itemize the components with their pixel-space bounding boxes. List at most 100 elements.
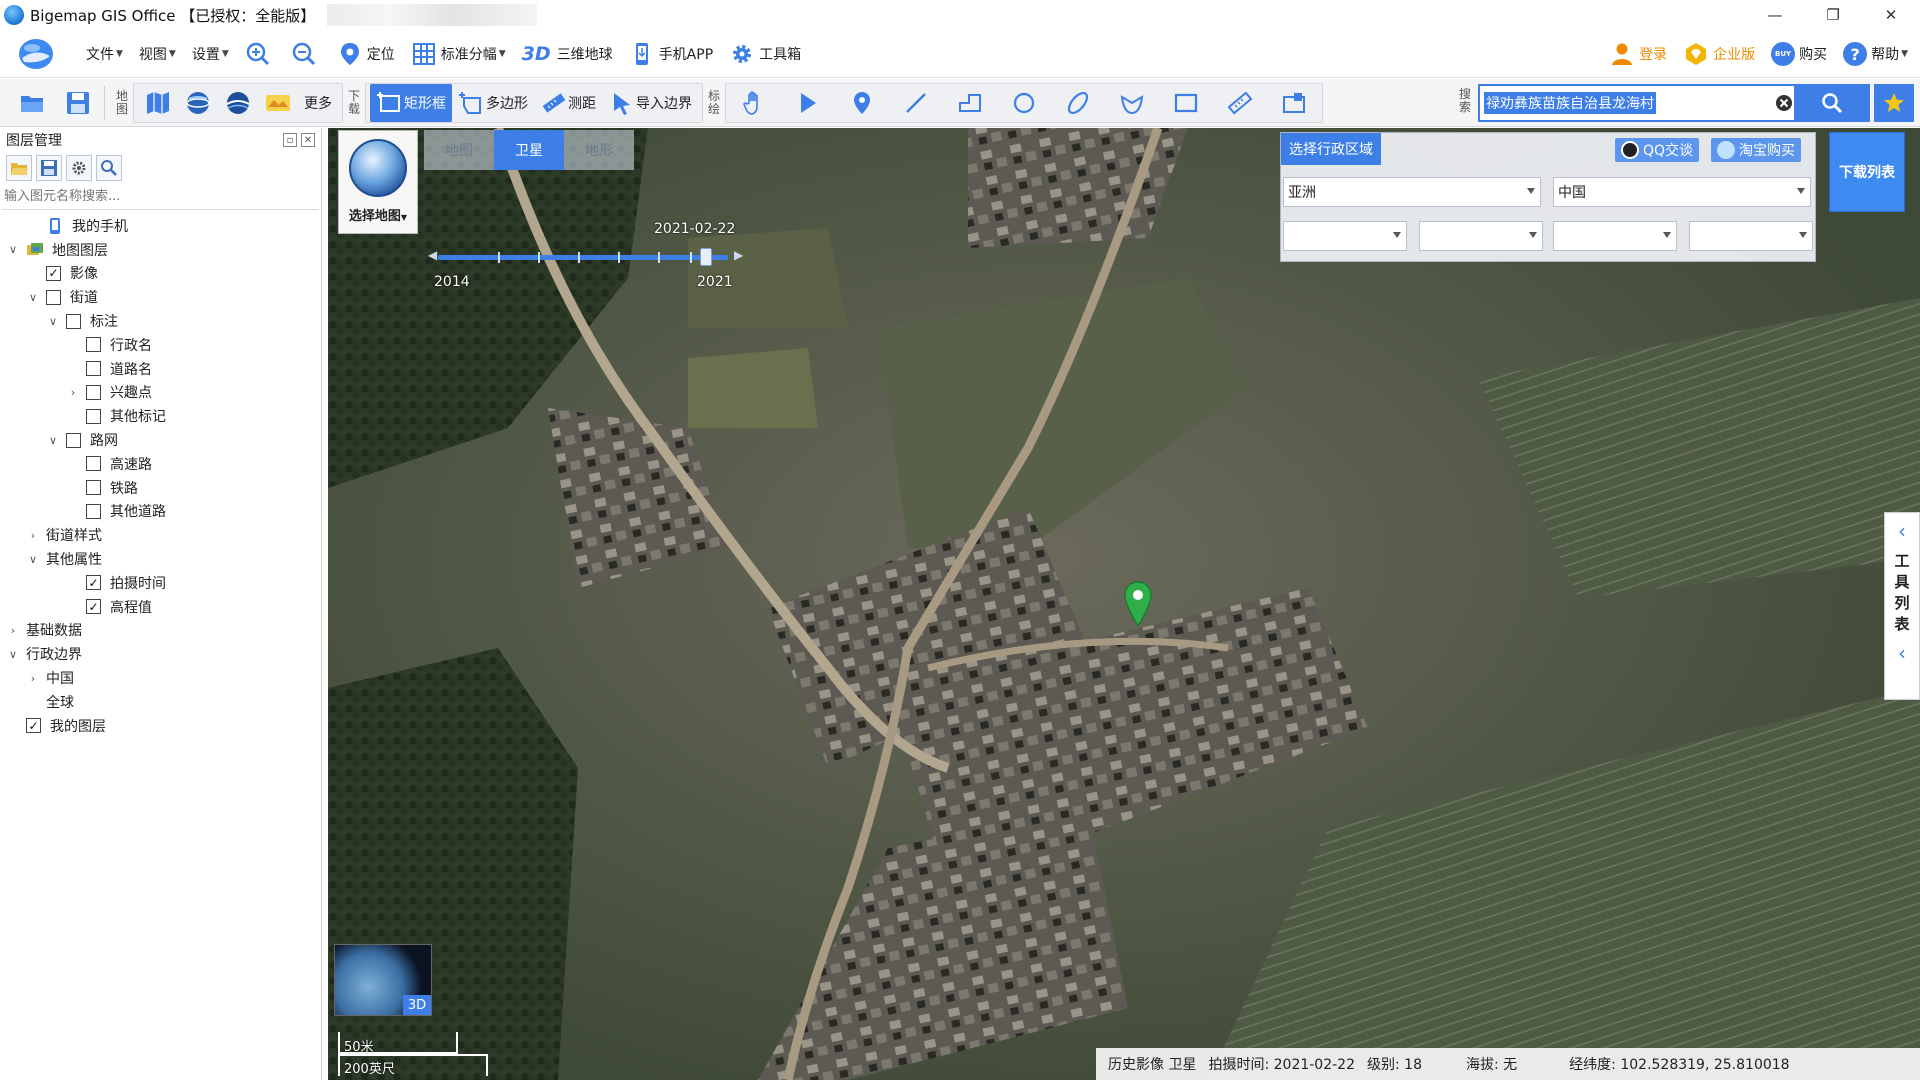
tree-item[interactable]: › 基础数据 bbox=[0, 619, 321, 643]
layer-checkbox[interactable] bbox=[66, 313, 81, 329]
tab-satellite[interactable]: 卫星 bbox=[494, 130, 564, 170]
layer-checkbox[interactable]: ✓ bbox=[86, 599, 101, 615]
tree-item[interactable]: 我的手机 bbox=[0, 214, 321, 238]
tab-map[interactable]: 地图 bbox=[424, 130, 494, 170]
layer-checkbox[interactable] bbox=[86, 503, 101, 519]
layer-checkbox[interactable]: ✓ bbox=[26, 718, 41, 734]
polygon-button[interactable]: 多边形 bbox=[452, 84, 534, 122]
open-button[interactable] bbox=[12, 84, 52, 122]
menu-settings[interactable]: 设置 ▼ bbox=[184, 36, 237, 72]
country-select[interactable]: 中国 bbox=[1553, 177, 1811, 207]
tab-terrain[interactable]: 地形 bbox=[564, 130, 634, 170]
download-list-button[interactable]: 下载列表 bbox=[1829, 132, 1905, 212]
location-marker-icon[interactable] bbox=[1122, 580, 1154, 628]
chevron-down-icon[interactable]: ∨ bbox=[46, 314, 60, 328]
timeline-track[interactable] bbox=[438, 255, 728, 260]
draw-polyline-button[interactable] bbox=[950, 84, 990, 122]
map-view[interactable]: 选择地图▼ 地图 卫星 地形 2021-02-22 ◀ ▶ 2014 2021 … bbox=[328, 128, 1920, 1080]
menu-locate[interactable]: 定位 bbox=[329, 36, 403, 72]
tree-item[interactable]: 铁路 bbox=[0, 476, 321, 500]
layer-checkbox[interactable] bbox=[86, 408, 101, 424]
save-layer-button[interactable] bbox=[36, 155, 62, 181]
draw-area-button[interactable] bbox=[1274, 84, 1314, 122]
tree-item[interactable]: 高速路 bbox=[0, 452, 321, 476]
layer-checkbox[interactable]: ✓ bbox=[46, 265, 61, 281]
layer-checkbox[interactable]: ✓ bbox=[86, 575, 101, 591]
tool-list-tab[interactable]: ‹ 工具列表 ‹ bbox=[1884, 512, 1920, 700]
select-button[interactable] bbox=[788, 84, 828, 122]
chevron-down-icon[interactable]: ∨ bbox=[26, 552, 40, 566]
measure-button[interactable]: 测距 bbox=[534, 84, 602, 122]
draw-sector-button[interactable] bbox=[1112, 84, 1152, 122]
menu-view[interactable]: 视图 ▼ bbox=[131, 36, 184, 72]
map-source-1-button[interactable] bbox=[138, 84, 178, 122]
menu-standard-sheets[interactable]: 标准分幅 ▼ bbox=[403, 36, 514, 72]
enterprise-button[interactable]: 企业版 bbox=[1675, 36, 1763, 72]
chevron-left-icon[interactable]: ‹ bbox=[1898, 519, 1906, 543]
chevron-right-icon[interactable]: › bbox=[66, 385, 80, 399]
float-panel-button[interactable]: ▫ bbox=[283, 133, 297, 147]
timeline-prev-icon[interactable]: ◀ bbox=[428, 248, 437, 262]
buy-button[interactable]: BUY 购买 bbox=[1763, 36, 1835, 72]
minimize-button[interactable]: — bbox=[1746, 0, 1804, 30]
draw-line-button[interactable] bbox=[896, 84, 936, 122]
save-button[interactable] bbox=[58, 84, 98, 122]
timeline-handle[interactable] bbox=[700, 248, 712, 266]
menu-mobile-app[interactable]: 手机APP bbox=[621, 36, 721, 72]
layer-checkbox[interactable] bbox=[86, 456, 101, 472]
tree-item[interactable]: ✓ 我的图层 bbox=[0, 714, 321, 738]
3d-globe-minimap[interactable]: 3D bbox=[334, 944, 432, 1016]
chevron-down-icon[interactable]: ∨ bbox=[6, 647, 20, 661]
chevron-left-icon[interactable]: ‹ bbox=[1898, 641, 1906, 665]
help-button[interactable]: ? 帮助 ▼ bbox=[1835, 36, 1916, 72]
tree-item[interactable]: 全球 bbox=[0, 690, 321, 714]
layer-checkbox[interactable] bbox=[86, 361, 101, 377]
draw-circle-button[interactable] bbox=[1004, 84, 1044, 122]
search-button[interactable] bbox=[1794, 84, 1870, 122]
province-select[interactable] bbox=[1283, 221, 1407, 251]
chevron-down-icon[interactable]: ∨ bbox=[26, 290, 40, 304]
tree-item[interactable]: › 街道样式 bbox=[0, 523, 321, 547]
tree-item[interactable]: ∨ 街道 bbox=[0, 285, 321, 309]
chevron-right-icon[interactable]: › bbox=[26, 671, 40, 685]
history-timeline[interactable]: ◀ ▶ bbox=[428, 246, 748, 266]
draw-rectangle-button[interactable] bbox=[1166, 84, 1206, 122]
tree-item[interactable]: 其他标记 bbox=[0, 404, 321, 428]
tree-item[interactable]: ✓ 拍摄时间 bbox=[0, 571, 321, 595]
layer-search-button[interactable] bbox=[96, 155, 122, 181]
select-map-widget[interactable]: 选择地图▼ bbox=[338, 130, 418, 234]
tree-item[interactable]: ∨ 地图图层 bbox=[0, 238, 321, 262]
brand-logo-icon[interactable] bbox=[16, 34, 56, 74]
layer-checkbox[interactable] bbox=[86, 480, 101, 496]
tree-item[interactable]: ∨ 标注 bbox=[0, 309, 321, 333]
tree-item[interactable]: ∨ 行政边界 bbox=[0, 642, 321, 666]
layer-search-input[interactable] bbox=[2, 184, 319, 208]
clear-search-button[interactable] bbox=[1772, 91, 1796, 115]
3d-button[interactable]: 3D bbox=[403, 995, 431, 1015]
restore-button[interactable]: ❐ bbox=[1804, 0, 1862, 30]
chevron-down-icon[interactable]: ∨ bbox=[6, 243, 20, 257]
chevron-right-icon[interactable]: › bbox=[26, 528, 40, 542]
map-source-3-button[interactable] bbox=[218, 84, 258, 122]
zoom-out-button[interactable] bbox=[283, 36, 329, 72]
search-input[interactable] bbox=[1480, 88, 1772, 118]
pan-button[interactable] bbox=[734, 84, 774, 122]
chevron-down-icon[interactable]: ∨ bbox=[46, 433, 60, 447]
tree-item[interactable]: ✓ 高程值 bbox=[0, 595, 321, 619]
open-layer-button[interactable] bbox=[6, 155, 32, 181]
tree-item[interactable]: › 中国 bbox=[0, 666, 321, 690]
menu-file[interactable]: 文件 ▼ bbox=[78, 36, 131, 72]
more-maps-button[interactable]: 更多 bbox=[298, 84, 338, 122]
tree-item[interactable]: ✓ 影像 bbox=[0, 262, 321, 286]
town-select[interactable] bbox=[1689, 221, 1813, 251]
chevron-right-icon[interactable]: › bbox=[6, 623, 20, 637]
timeline-next-icon[interactable]: ▶ bbox=[734, 248, 743, 262]
taobao-buy-button[interactable]: 淘宝购买 bbox=[1711, 138, 1801, 162]
menu-3d-globe[interactable]: 3D 三维地球 bbox=[514, 36, 621, 72]
layer-checkbox[interactable] bbox=[86, 337, 101, 353]
tree-item[interactable]: ∨ 路网 bbox=[0, 428, 321, 452]
import-boundary-button[interactable]: 导入边界 bbox=[602, 84, 698, 122]
map-source-4-button[interactable] bbox=[258, 84, 298, 122]
tree-item[interactable]: 道路名 bbox=[0, 357, 321, 381]
zoom-in-button[interactable] bbox=[237, 36, 283, 72]
